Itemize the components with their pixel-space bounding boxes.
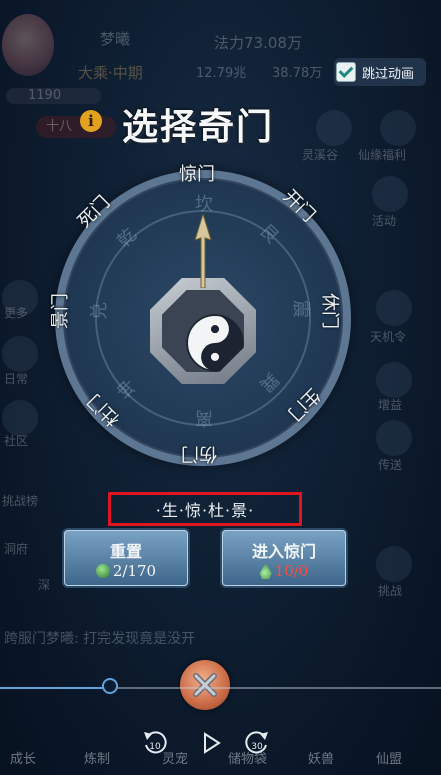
video-progress-knob[interactable]: [102, 678, 118, 694]
trigram-rune: 震: [290, 300, 311, 318]
skip-animation-label: 跳过动画: [362, 66, 415, 82]
forward-seconds: 30: [251, 742, 263, 752]
bottom-nav-item[interactable]: 成长: [10, 748, 36, 767]
close-icon: [193, 673, 217, 697]
gate-label[interactable]: 惊门: [179, 160, 215, 186]
rewind-icon: 10: [144, 731, 167, 754]
chat-line: 跨服门梦曦: 打完发现竟是没开: [4, 631, 196, 647]
reset-button[interactable]: 重置 2/170: [64, 530, 188, 586]
gate-label[interactable]: 休门: [318, 293, 344, 329]
play-button[interactable]: [196, 728, 226, 758]
close-button[interactable]: [180, 660, 230, 710]
rewind-seconds: 10: [149, 742, 161, 752]
selected-gates-highlight: ·生·惊·杜·景·: [108, 492, 302, 526]
gate-label[interactable]: 景门: [46, 293, 72, 329]
enter-button-label: 进入惊门: [251, 542, 316, 561]
video-progress-fill: [0, 687, 110, 689]
trigram-rune: 兑: [89, 302, 110, 320]
yin-yang-icon: [186, 314, 244, 372]
checkbox-checked-icon[interactable]: [336, 62, 356, 82]
bottom-nav-item[interactable]: 炼制: [84, 748, 110, 767]
rewind-button[interactable]: 10: [140, 728, 170, 758]
gate-label[interactable]: 伤门: [181, 442, 217, 468]
trigram-rune: 离: [195, 407, 213, 428]
needle-pointer-icon: [194, 214, 212, 288]
bottom-nav-item[interactable]: 仙盟: [376, 748, 402, 767]
enter-count: 10/0: [274, 562, 309, 580]
spirit-drop-icon: [259, 563, 272, 579]
skip-animation-toggle[interactable]: 跳过动画: [334, 58, 426, 86]
forward-icon: 30: [245, 731, 268, 754]
trigram-rune: 坎: [195, 194, 213, 215]
reset-count: 2/170: [112, 562, 157, 580]
page-title: 选择奇门: [122, 106, 275, 148]
jade-coin-icon: [95, 564, 110, 578]
bottom-nav-item[interactable]: 妖兽: [308, 748, 334, 767]
qimen-wheel[interactable]: 惊门 开门 休门 生门 伤门 杜门 景门 死门 坎 艮 震 巽 离 坤 兑 乾: [50, 164, 351, 468]
play-icon: [204, 732, 221, 754]
info-icon[interactable]: i: [80, 110, 102, 132]
selected-gates-text: ·生·惊·杜·景·: [155, 501, 255, 520]
reset-button-label: 重置: [109, 542, 142, 561]
enter-gate-button[interactable]: 进入惊门 10/0: [222, 530, 346, 586]
forward-button[interactable]: 30: [242, 728, 272, 758]
